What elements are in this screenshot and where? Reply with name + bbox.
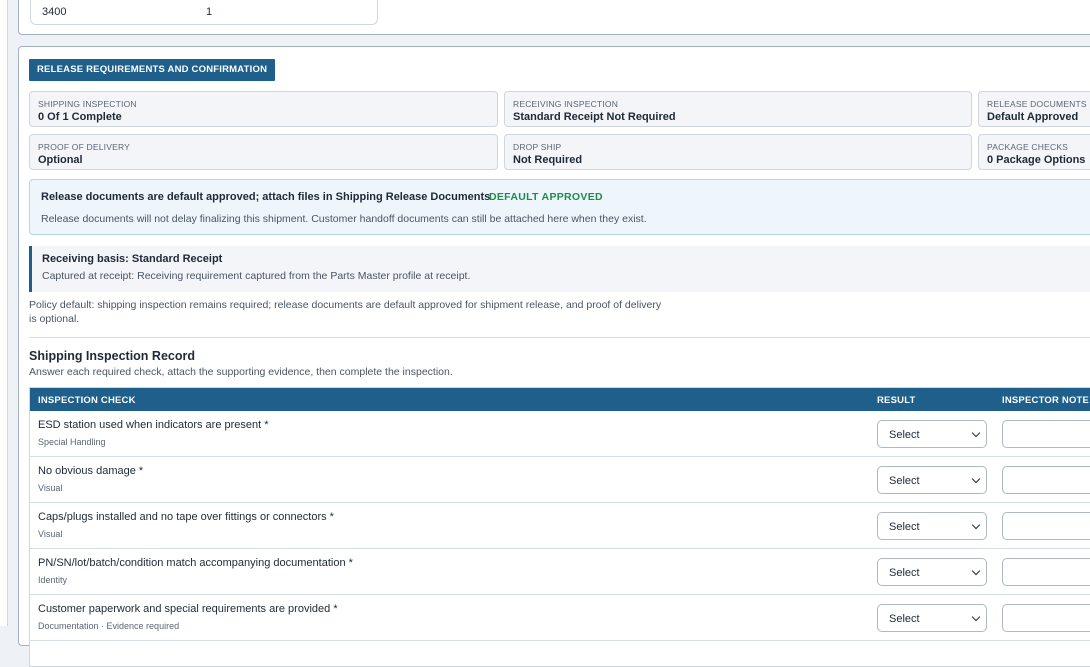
line-item-quantity: 1 [206, 6, 213, 18]
line-items-panel: 3400 1 [18, 0, 1090, 35]
card-shipping-inspection: SHIPPING INSPECTION 0 Of 1 Complete [29, 91, 498, 127]
card-value: Default Approved [987, 111, 1079, 123]
result-select[interactable]: Select [877, 512, 987, 540]
inspection-check: PN/SN/lot/batch/condition match accompan… [38, 557, 353, 569]
result-select-value: Select [889, 429, 920, 441]
result-select[interactable]: Select [877, 604, 987, 632]
release-requirements-panel: RELEASE REQUIREMENTS AND CONFIRMATION SH… [18, 46, 1090, 667]
inspection-category: Visual [38, 529, 63, 539]
card-value: Not Required [513, 154, 583, 166]
table-row: Customer paperwork and special requireme… [30, 595, 1090, 641]
inspection-table: INSPECTION CHECK RESULT INSPECTOR NOTE E… [29, 387, 1090, 667]
card-label: RELEASE DOCUMENTS [987, 99, 1087, 109]
result-select-value: Select [889, 613, 920, 625]
chevron-down-icon [971, 520, 981, 530]
card-receiving-inspection: RECEIVING INSPECTION Standard Receipt No… [504, 91, 972, 127]
result-select-value: Select [889, 567, 920, 579]
card-value: 0 Package Options [987, 154, 1086, 166]
release-documents-notice: Release documents are default approved; … [29, 179, 1090, 235]
inspection-category: Documentation · Evidence required [38, 621, 180, 631]
inspection-check: ESD station used when indicators are pre… [38, 419, 269, 431]
card-drop-ship: DROP SHIP Not Required [504, 134, 972, 170]
table-row: PN/SN/lot/batch/condition match accompan… [30, 549, 1090, 595]
column-header-result: RESULT [877, 395, 916, 406]
card-label: SHIPPING INSPECTION [38, 99, 137, 109]
chevron-down-icon [971, 474, 981, 484]
inspector-note-input[interactable] [1002, 512, 1090, 540]
receiving-basis-title: Receiving basis: Standard Receipt [42, 253, 223, 265]
card-package-checks: PACKAGE CHECKS 0 Package Options [978, 134, 1090, 170]
card-label: PROOF OF DELIVERY [38, 142, 131, 152]
result-select-value: Select [889, 475, 920, 487]
chevron-down-icon [971, 566, 981, 576]
notice-title: Release documents are default approved; … [41, 191, 491, 203]
divider [29, 337, 1090, 338]
card-proof-of-delivery: PROOF OF DELIVERY Optional [29, 134, 498, 170]
result-select[interactable]: Select [877, 466, 987, 494]
table-row: ESD station used when indicators are pre… [30, 411, 1090, 457]
column-header-note: INSPECTOR NOTE [1002, 395, 1090, 406]
shipping-inspection-record-subtitle: Answer each required check, attach the s… [29, 366, 453, 378]
receiving-basis: Receiving basis: Standard Receipt Captur… [29, 246, 1090, 292]
left-rail [0, 0, 8, 626]
result-select-value: Select [889, 521, 920, 533]
inspection-check: No obvious damage * [38, 465, 144, 477]
result-select[interactable]: Select [877, 420, 987, 448]
inspector-note-input[interactable] [1002, 604, 1090, 632]
result-select[interactable]: Select [877, 558, 987, 586]
table-row: No obvious damage * Visual Select [30, 457, 1090, 503]
card-value: Optional [38, 154, 83, 166]
table-header: INSPECTION CHECK RESULT INSPECTOR NOTE [30, 388, 1090, 411]
inspection-category: Special Handling [38, 437, 106, 447]
inspection-check: Customer paperwork and special requireme… [38, 603, 338, 615]
default-approved-badge: DEFAULT APPROVED [489, 191, 603, 203]
card-label: PACKAGE CHECKS [987, 142, 1069, 152]
inspector-note-input[interactable] [1002, 420, 1090, 448]
notice-body: Release documents will not delay finaliz… [41, 213, 647, 225]
card-label: DROP SHIP [513, 142, 562, 152]
line-item-row: 3400 1 [30, 0, 378, 25]
inspector-note-input[interactable] [1002, 466, 1090, 494]
card-release-documents: RELEASE DOCUMENTS Default Approved [978, 91, 1090, 127]
inspection-category: Visual [38, 483, 63, 493]
chevron-down-icon [971, 428, 981, 438]
card-value: 0 Of 1 Complete [38, 111, 122, 123]
section-title: RELEASE REQUIREMENTS AND CONFIRMATION [29, 59, 276, 81]
column-header-check: INSPECTION CHECK [38, 395, 136, 406]
inspector-note-input[interactable] [1002, 558, 1090, 586]
card-label: RECEIVING INSPECTION [513, 99, 619, 109]
shipping-inspection-record-title: Shipping Inspection Record [29, 349, 195, 363]
receiving-basis-body: Captured at receipt: Receiving requireme… [42, 270, 471, 282]
policy-default-text: Policy default: shipping inspection rema… [29, 299, 662, 325]
card-value: Standard Receipt Not Required [513, 111, 676, 123]
inspection-category: Identity [38, 575, 68, 585]
chevron-down-icon [971, 612, 981, 622]
line-item-value: 3400 [42, 6, 67, 18]
table-row: Caps/plugs installed and no tape over fi… [30, 503, 1090, 549]
inspection-check: Caps/plugs installed and no tape over fi… [38, 511, 334, 523]
